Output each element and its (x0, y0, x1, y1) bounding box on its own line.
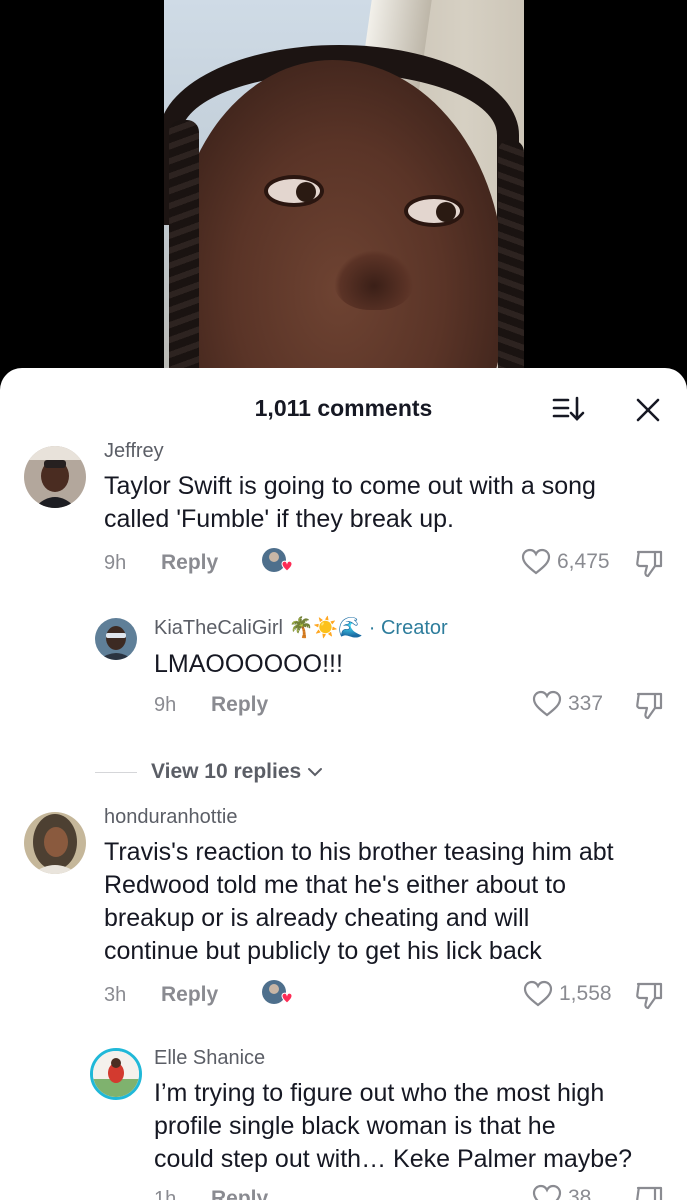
avatar[interactable] (95, 618, 137, 660)
comment-username[interactable]: Elle Shanice (154, 1047, 265, 1070)
avatar[interactable] (90, 1048, 142, 1100)
creator-liked-badge (260, 978, 294, 1008)
thumbs-down-icon (636, 550, 663, 578)
comment-text: I’m trying to figure out who the most hi… (154, 1079, 633, 1173)
comment-username[interactable]: KiaTheCaliGirl 🌴☀️🌊 · Creator (154, 615, 448, 640)
close-button[interactable] (630, 392, 666, 428)
comment-time: 3h (104, 984, 127, 1006)
reply-button[interactable]: Reply (211, 693, 268, 717)
like-button[interactable]: 38 (532, 1184, 591, 1200)
chevron-down-icon (308, 768, 323, 777)
like-button[interactable]: 337 (532, 690, 603, 718)
video-player[interactable] (0, 0, 687, 400)
creator-tag: · Creator (368, 617, 448, 639)
creator-liked-badge (260, 546, 294, 576)
dislike-button[interactable] (633, 980, 665, 1012)
heart-icon (532, 690, 562, 717)
reply-button[interactable]: Reply (211, 1187, 268, 1200)
dislike-button[interactable] (633, 690, 665, 722)
comment-text: Taylor Swift is going to come out with a… (104, 472, 596, 533)
dislike-button[interactable] (633, 548, 665, 580)
thumbs-down-icon (636, 982, 663, 1010)
like-button[interactable]: 6,475 (521, 548, 610, 576)
thumbs-down-icon (636, 1186, 663, 1200)
view-replies-button[interactable]: View 10 replies (95, 760, 323, 784)
like-button[interactable]: 1,558 (523, 980, 612, 1008)
like-count: 38 (568, 1186, 592, 1200)
comments-sheet: 1,011 comments Jeffrey Taylor Swift is g… (0, 368, 687, 1200)
sort-button[interactable] (548, 392, 588, 426)
like-count: 1,558 (559, 982, 612, 1005)
video-frame (164, 0, 524, 400)
like-count: 337 (568, 692, 604, 715)
comment-text: LMAOOOOOO!!! (154, 650, 343, 678)
thumbs-down-icon (636, 692, 663, 720)
avatar[interactable] (24, 446, 86, 508)
creator-heart-icon (262, 548, 293, 572)
heart-icon (521, 548, 551, 575)
close-icon (636, 398, 660, 422)
comment-time: 9h (104, 552, 127, 574)
dislike-button[interactable] (633, 1184, 665, 1200)
comment-username[interactable]: Jeffrey (104, 440, 164, 463)
reply-button[interactable]: Reply (161, 983, 218, 1007)
comment-time: 1h (154, 1188, 177, 1200)
heart-icon (532, 1184, 562, 1200)
heart-icon (523, 980, 553, 1007)
comments-header: 1,011 comments (0, 368, 687, 448)
reply-button[interactable]: Reply (161, 551, 218, 575)
comment-time: 9h (154, 694, 177, 716)
comment-text: Travis's reaction to his brother teasing… (104, 838, 614, 965)
sort-icon (552, 396, 585, 421)
comment-username[interactable]: honduranhottie (104, 806, 237, 829)
creator-heart-icon (262, 980, 293, 1004)
view-replies-label: View 10 replies (151, 760, 302, 783)
avatar[interactable] (24, 812, 86, 874)
like-count: 6,475 (557, 550, 610, 573)
